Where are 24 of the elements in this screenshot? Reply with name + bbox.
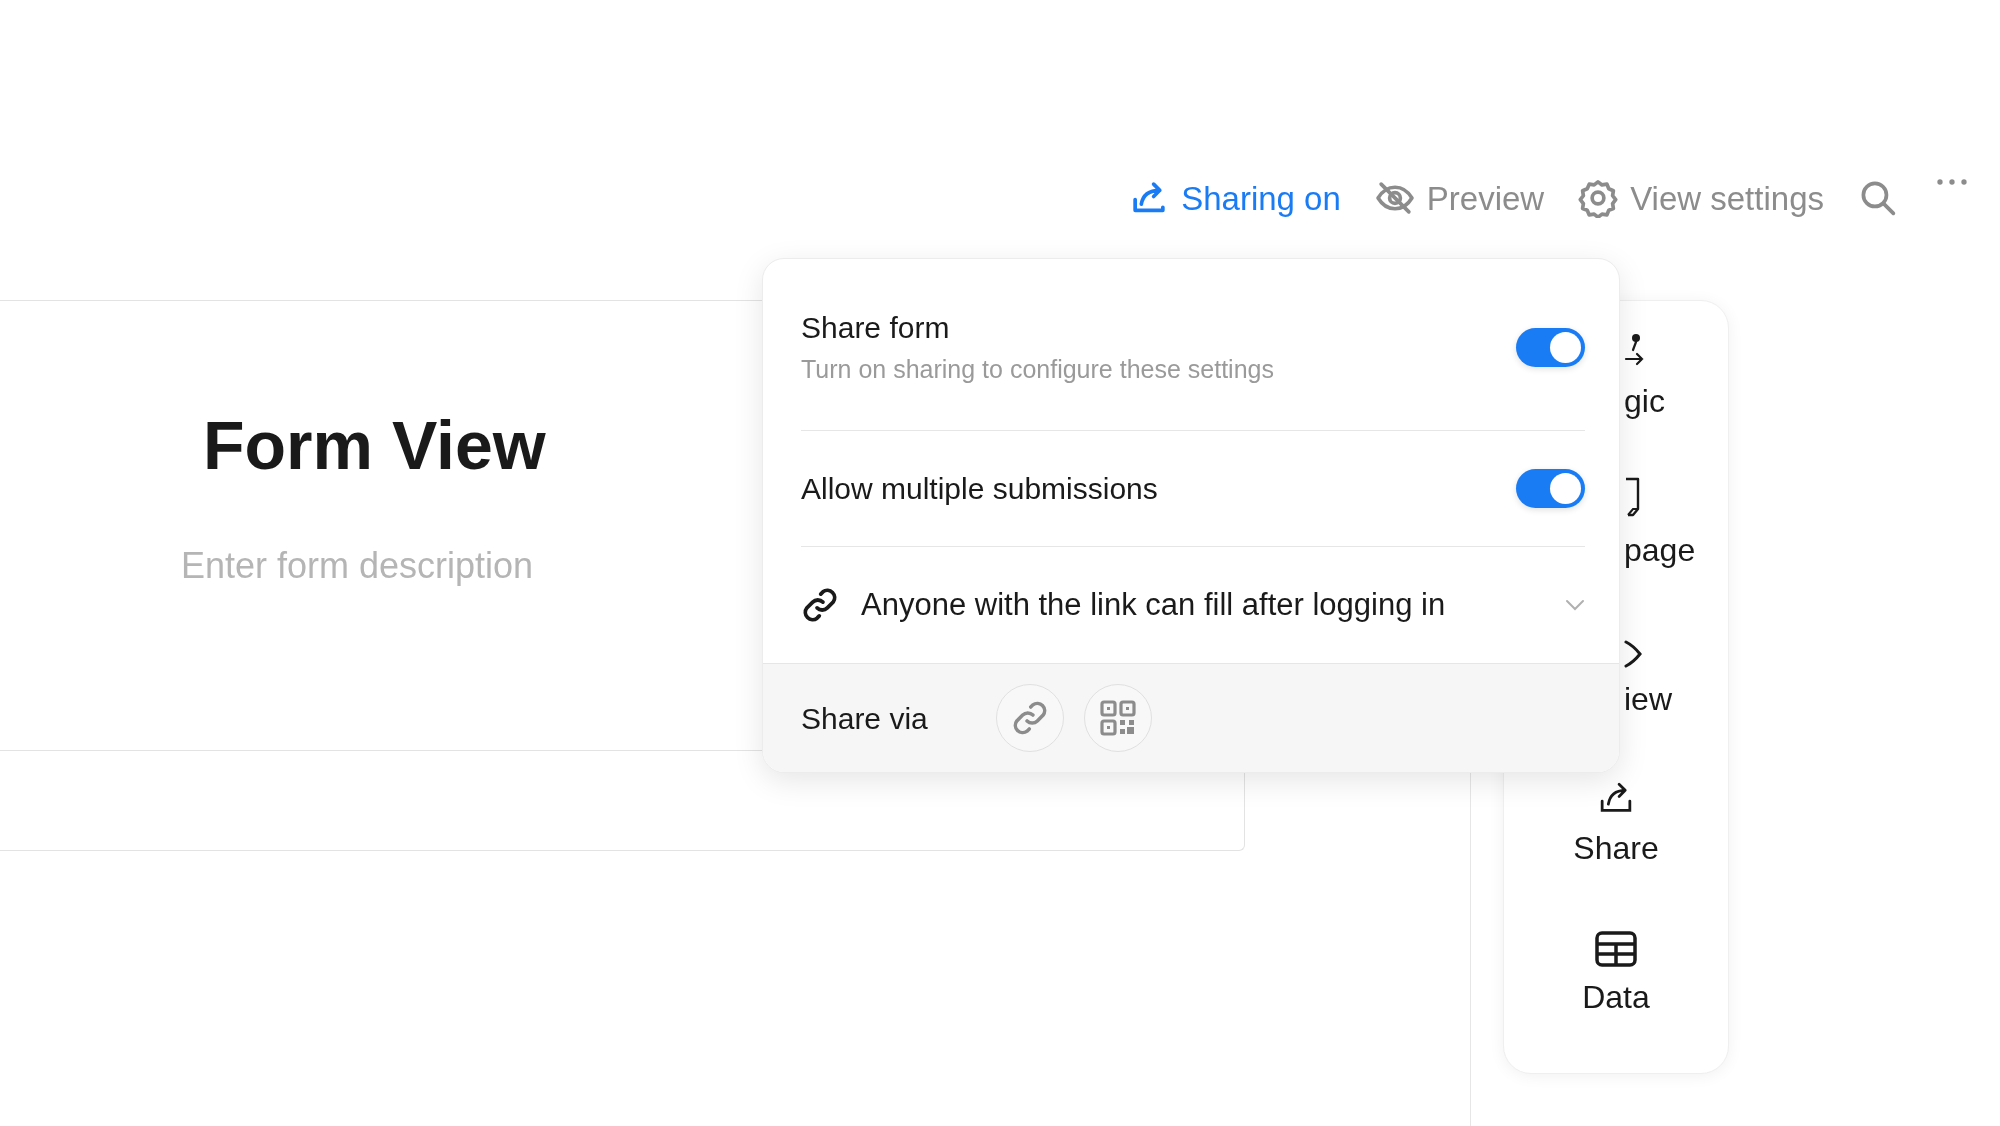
table-icon <box>1595 931 1637 967</box>
chevron-down-icon <box>1565 599 1585 611</box>
setting-title: Share form <box>801 313 951 343</box>
sidebar-label: page <box>1624 531 1696 570</box>
sidebar-label: Share <box>1573 829 1659 868</box>
link-icon <box>1011 699 1049 737</box>
eye-icon <box>1624 639 1642 669</box>
share-via-label: Share via <box>801 700 929 737</box>
share-toolbar-button[interactable]: Sharing on <box>1129 178 1341 218</box>
sidebar-item[interactable]: Data <box>1504 921 1728 1070</box>
sidebar-label: iew <box>1624 680 1672 719</box>
sidebar-item[interactable]: gic <box>1504 325 1728 474</box>
setting-description: Turn on sharing to configure these settings <box>801 357 1274 382</box>
form-title: Form View <box>203 411 546 479</box>
qr-code-icon <box>1099 699 1137 737</box>
settings-icon <box>1578 178 1619 218</box>
sidebar-label: gic <box>1624 382 1665 421</box>
description-field[interactable]: Enter form description <box>181 539 701 593</box>
sidebar-label: Data <box>1582 978 1650 1017</box>
setting-title: Allow multiple submissions <box>801 473 1158 504</box>
link-icon <box>801 586 839 624</box>
toggle-switch[interactable] <box>1516 469 1585 508</box>
sidebar-item[interactable]: Share <box>1504 772 1728 921</box>
toggle-switch[interactable] <box>1516 328 1585 367</box>
